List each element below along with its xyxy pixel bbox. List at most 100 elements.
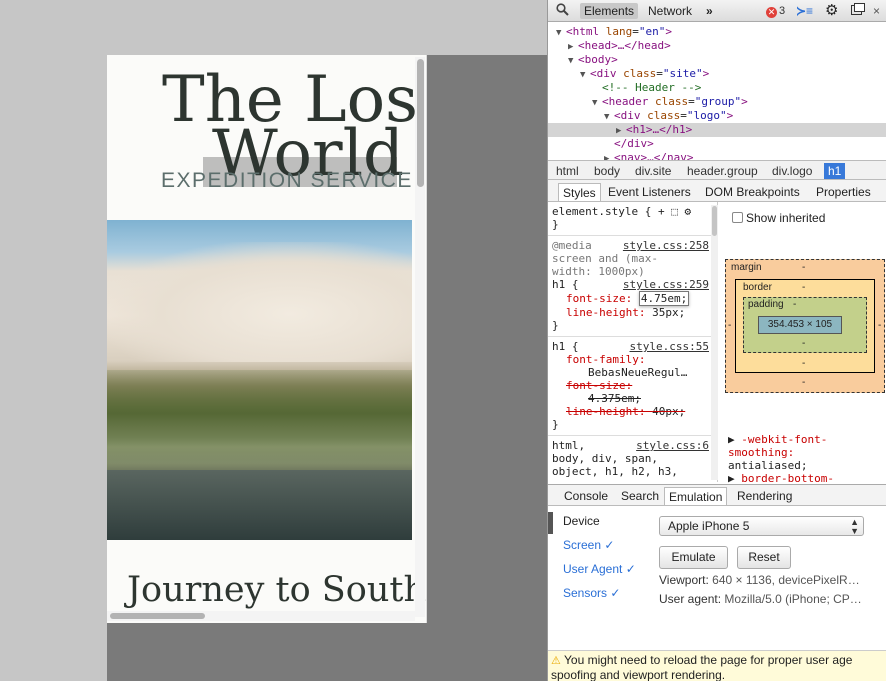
breadcrumb-h1[interactable]: h1 xyxy=(824,163,846,179)
property-value-editor[interactable]: 4.75em; xyxy=(638,291,690,306)
tab-dom-breakpoints[interactable]: DOM Breakpoints xyxy=(701,183,804,201)
error-counter[interactable]: ✕ 3 xyxy=(766,3,785,19)
metrics-pane: Show inherited margin - - - - border - -… xyxy=(720,202,886,485)
tab-event-listeners[interactable]: Event Listeners xyxy=(604,183,695,201)
emulation-panel: Device Screen ✓ User Agent ✓ Sensors ✓ A… xyxy=(548,506,886,650)
dom-attr-name: class xyxy=(647,109,681,122)
computed-properties[interactable]: ▶ -webkit-font- smoothing: antialiased; … xyxy=(728,433,834,485)
expand-triangle-icon[interactable]: ▶ xyxy=(568,40,578,54)
dom-node[interactable]: ▼ <div class="logo"> xyxy=(548,109,886,123)
expand-triangle-icon[interactable]: ▼ xyxy=(592,96,602,110)
emulation-nav-sensors[interactable]: Sensors ✓ xyxy=(563,586,620,600)
property-value[interactable]: BebasNeueRegul… xyxy=(552,366,713,379)
overridden-property-name[interactable]: line-height: xyxy=(566,405,645,418)
emulation-nav-user-agent[interactable]: User Agent ✓ xyxy=(563,562,636,576)
tab-properties[interactable]: Properties xyxy=(812,183,875,201)
overridden-property-value[interactable]: 40px; xyxy=(652,405,685,418)
console-drawer-icon[interactable]: ≻≡ xyxy=(796,3,813,19)
css-rule-h1[interactable]: style.css:55 h1 { font-family: BebasNeue… xyxy=(548,337,717,436)
tab-styles[interactable]: Styles xyxy=(558,183,601,201)
rule-source-link[interactable]: style.css:55 xyxy=(630,340,709,353)
tab-elements[interactable]: Elements xyxy=(580,3,639,19)
toggle-element-state-icon[interactable]: ⬚ xyxy=(671,205,678,218)
media-query-line3: width: 1000px) xyxy=(552,265,645,278)
show-inherited-checkbox[interactable]: Show inherited xyxy=(732,211,825,225)
emulate-button[interactable]: Emulate xyxy=(659,546,728,569)
drawer-tabs: Console Search Emulation Rendering xyxy=(548,484,886,506)
device-select-value: Apple iPhone 5 xyxy=(668,519,750,533)
dom-node[interactable]: ▼ <header class="group"> xyxy=(548,95,886,109)
dom-node[interactable]: ▼ <body> xyxy=(548,53,886,67)
device-select[interactable]: Apple iPhone 5 ▲ ▼ xyxy=(659,516,864,536)
vertical-scrollbar[interactable] xyxy=(415,57,425,617)
gear-icon[interactable]: ⚙ xyxy=(825,3,838,19)
rule-source-link[interactable]: style.css:259 xyxy=(623,278,709,291)
padding-top-value: - xyxy=(793,299,797,310)
reset-button[interactable]: Reset xyxy=(737,546,791,569)
margin-top-value: - xyxy=(802,262,806,273)
rule-source-link[interactable]: style.css:258 xyxy=(623,239,709,252)
dock-icon[interactable] xyxy=(851,3,865,19)
style-gear-icon[interactable]: ⚙ xyxy=(684,205,691,218)
property-name[interactable]: line-height: xyxy=(566,306,645,319)
dom-node[interactable]: ▶ <h1>…</h1> xyxy=(548,123,886,137)
scrollbar-thumb[interactable] xyxy=(110,613,205,619)
element-style-rule[interactable]: element.style { + ⬚ ⚙ } xyxy=(548,202,717,236)
search-icon[interactable] xyxy=(556,3,572,19)
dom-node[interactable]: <!-- Header --> xyxy=(548,81,886,95)
expand-triangle-icon[interactable]: ▶ xyxy=(728,433,735,446)
breadcrumb-div-site[interactable]: div.site xyxy=(631,163,675,179)
horizontal-scrollbar[interactable] xyxy=(107,611,415,621)
element-style-close: } xyxy=(552,218,559,231)
rule-source-link[interactable]: style.css:6 xyxy=(636,439,709,452)
checkbox-icon[interactable] xyxy=(732,212,743,223)
dom-tag-open: <div xyxy=(614,109,641,122)
dom-tree[interactable]: ▼ <html lang="en"> ▶ <head>…</head> ▼ <body> ▼… xyxy=(548,23,886,160)
css-rule-reset[interactable]: style.css:6 html, body, div, span, objec… xyxy=(548,436,717,482)
emulation-nav-device[interactable]: Device xyxy=(563,514,600,528)
dom-node[interactable]: ▶ <head>…</head> xyxy=(548,39,886,53)
dom-attr-value: "site" xyxy=(662,67,703,80)
tab-network[interactable]: Network xyxy=(648,3,692,19)
emulation-nav-screen[interactable]: Screen ✓ xyxy=(563,538,614,552)
emulated-phone-viewport[interactable]: The Los World EXPEDITION SERVICE Journey… xyxy=(107,55,427,623)
expand-triangle-icon[interactable]: ▼ xyxy=(580,68,590,82)
error-count: 3 xyxy=(779,5,786,17)
dom-node[interactable]: ▼ <html lang="en"> xyxy=(548,25,886,39)
breadcrumb: html body div.site header.group div.logo… xyxy=(548,160,886,180)
css-rule-media[interactable]: style.css:258 @media screen and (max- wi… xyxy=(548,236,717,337)
new-rule-icon[interactable]: + xyxy=(658,205,665,218)
close-icon[interactable]: × xyxy=(873,3,880,19)
breadcrumb-header-group[interactable]: header.group xyxy=(683,163,762,179)
breadcrumb-div-logo[interactable]: div.logo xyxy=(768,163,816,179)
tab-console[interactable]: Console xyxy=(560,487,612,505)
dom-tag-close: > xyxy=(741,95,748,108)
dom-node[interactable]: ▼ <div class="site"> xyxy=(548,67,886,81)
dom-node[interactable]: </div> xyxy=(548,137,886,151)
dom-tag-open: <html xyxy=(566,25,600,38)
styles-pane[interactable]: element.style { + ⬚ ⚙ } style.css:258 @m… xyxy=(548,202,718,482)
overridden-property-name[interactable]: font-size: xyxy=(552,379,713,392)
overridden-property-value[interactable]: 4.375em; xyxy=(552,392,713,405)
scrollbar-thumb[interactable] xyxy=(712,206,717,236)
expand-triangle-icon[interactable]: ▶ xyxy=(616,124,626,138)
property-name[interactable]: font-family: xyxy=(552,353,713,366)
expand-triangle-icon[interactable]: ▼ xyxy=(556,26,566,40)
hero-water xyxy=(107,470,412,540)
expand-triangle-icon[interactable]: ▶ xyxy=(604,152,614,160)
dom-node[interactable]: ▶ <nav>…</nav> xyxy=(548,151,886,160)
scrollbar-thumb[interactable] xyxy=(417,59,424,187)
margin-label: margin xyxy=(731,262,762,273)
tab-emulation[interactable]: Emulation xyxy=(664,487,728,505)
breadcrumb-html[interactable]: html xyxy=(552,163,583,179)
tab-rendering[interactable]: Rendering xyxy=(733,487,796,505)
property-name[interactable]: font-size: xyxy=(566,292,632,305)
expand-triangle-icon[interactable]: ▼ xyxy=(568,54,578,68)
more-tabs-chevron-icon[interactable]: » xyxy=(706,3,713,19)
property-value[interactable]: 35px; xyxy=(652,306,685,319)
expand-triangle-icon[interactable]: ▼ xyxy=(604,110,614,124)
box-model-content[interactable]: 354.453 × 105 xyxy=(758,316,842,334)
tab-search[interactable]: Search xyxy=(617,487,663,505)
breadcrumb-body[interactable]: body xyxy=(590,163,624,179)
styles-scrollbar[interactable] xyxy=(711,205,718,480)
